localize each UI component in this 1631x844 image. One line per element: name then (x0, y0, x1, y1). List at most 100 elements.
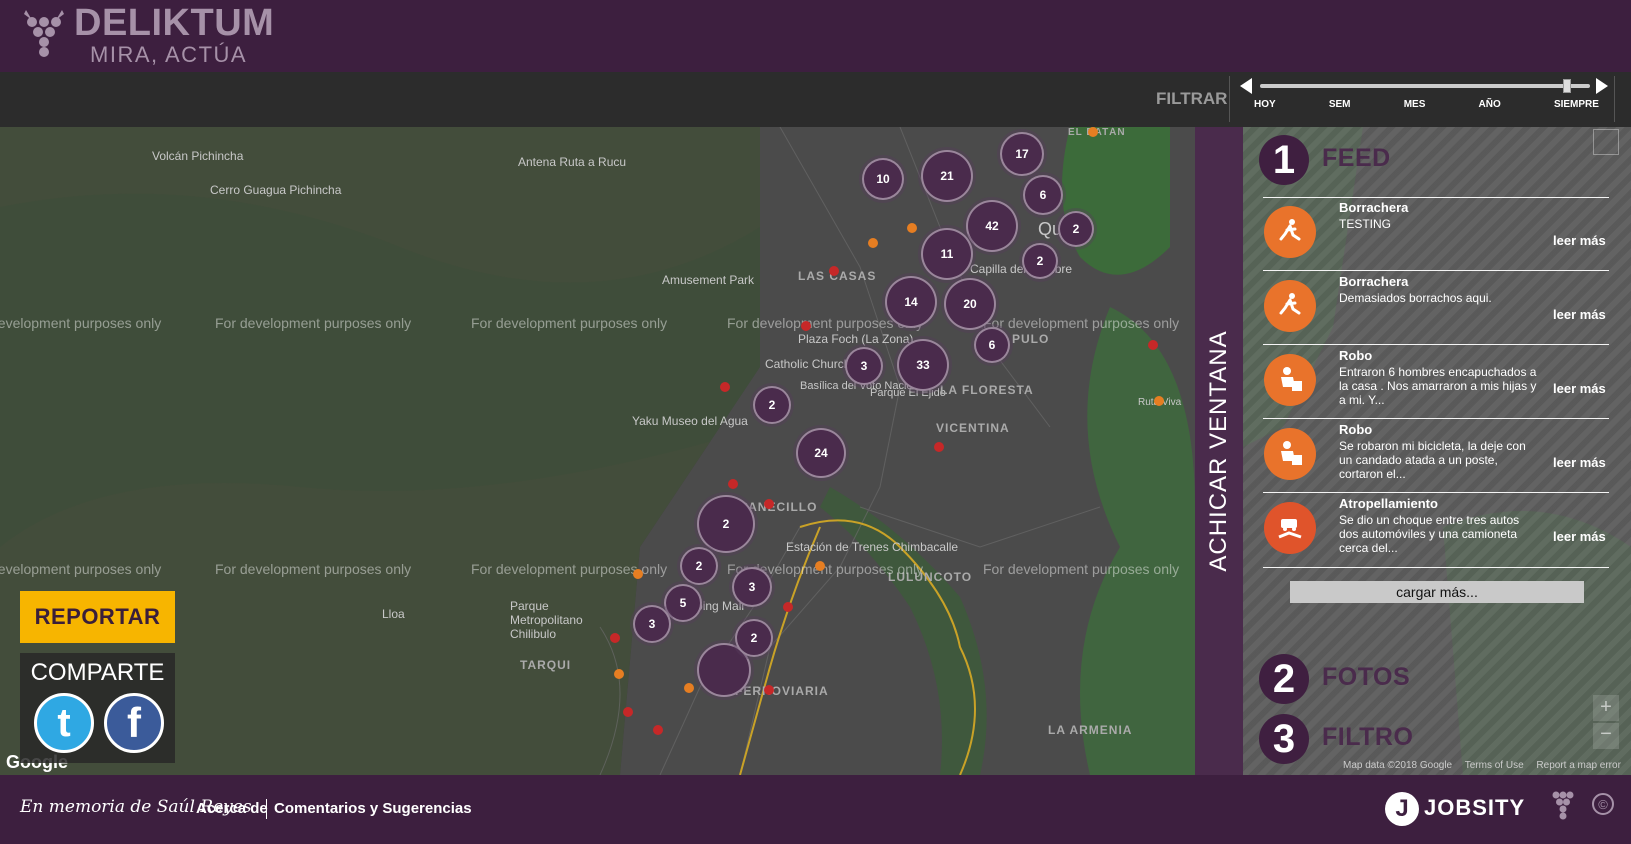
incident-cluster[interactable]: 33 (897, 339, 949, 391)
section-title-filtro[interactable]: FILTRO (1322, 723, 1413, 752)
map-label: TARQUI (520, 658, 572, 672)
divider (1229, 76, 1230, 122)
slider-left-arrow-icon[interactable] (1240, 78, 1252, 94)
app-footer: En memoria de Saúl Reyes Acerca de Comen… (0, 775, 1631, 844)
incident-marker[interactable] (1154, 396, 1164, 406)
comments-link[interactable]: Comentarios y Sugerencias (274, 800, 472, 817)
incident-marker[interactable] (1148, 340, 1158, 350)
read-more-link[interactable]: leer más (1553, 455, 1606, 470)
map-label: Volcán Pichincha (152, 149, 244, 163)
toggle-panel-button[interactable]: ACHICAR VENTANA (1195, 127, 1243, 775)
dev-watermark: development purposes only (0, 315, 162, 331)
time-range-slider[interactable] (1260, 84, 1590, 88)
incident-cluster[interactable]: 2 (753, 386, 791, 424)
incident-cluster[interactable]: 3 (845, 347, 883, 385)
incident-cluster[interactable]: 17 (1000, 132, 1044, 176)
feed-item-desc: Entraron 6 hombres encapuchados a la cas… (1339, 365, 1537, 407)
incident-cluster[interactable]: 20 (944, 278, 996, 330)
read-more-link[interactable]: leer más (1553, 381, 1606, 396)
jobsity-brand[interactable]: JOBSITY (1424, 795, 1525, 821)
feed-item-desc: Se dio un choque entre tres autos dos au… (1339, 513, 1520, 555)
range-label-hoy[interactable]: HOY (1254, 99, 1276, 110)
feed-item[interactable]: Borrachera Demasiados borrachos aqui. le… (1263, 272, 1609, 342)
share-panel: COMPARTE t f (20, 653, 175, 763)
incident-cluster[interactable]: 2 (697, 495, 755, 553)
dev-watermark: For development purposes only (471, 315, 668, 331)
incident-marker[interactable] (1088, 127, 1098, 137)
slider-thumb[interactable] (1563, 79, 1571, 93)
incident-cluster[interactable]: 2 (1022, 243, 1058, 279)
feed-item-desc: Demasiados borrachos aqui. (1339, 291, 1492, 305)
incident-cluster[interactable]: 10 (862, 158, 904, 200)
incident-marker[interactable] (633, 569, 643, 579)
slider-right-arrow-icon[interactable] (1596, 78, 1608, 94)
section-title-fotos[interactable]: FOTOS (1322, 663, 1410, 692)
section-number: 3 (1259, 714, 1309, 764)
incident-marker[interactable] (907, 223, 917, 233)
map-label: VICENTINA (936, 421, 1010, 435)
incident-cluster[interactable]: 6 (1023, 175, 1063, 215)
twitter-icon[interactable]: t (34, 693, 94, 753)
feed-item[interactable]: Robo Entraron 6 hombres encapuchados a l… (1263, 346, 1609, 416)
read-more-link[interactable]: leer más (1553, 529, 1606, 544)
section-title-feed[interactable]: FEED (1322, 144, 1391, 173)
incident-cluster[interactable]: 14 (885, 276, 937, 328)
incident-cluster[interactable]: 2 (735, 619, 773, 657)
incident-marker[interactable] (614, 669, 624, 679)
range-label-mes[interactable]: MES (1404, 99, 1426, 110)
grape-logo-icon[interactable] (20, 8, 68, 60)
incident-marker[interactable] (801, 321, 811, 331)
zoom-in-button[interactable]: + (1593, 695, 1619, 721)
map-label: Lloa (382, 607, 405, 621)
incident-cluster[interactable]: 6 (974, 327, 1010, 363)
divider (1263, 418, 1609, 419)
zoom-out-button[interactable]: − (1593, 723, 1619, 749)
incident-marker[interactable] (653, 725, 663, 735)
incident-cluster[interactable]: 3 (633, 605, 671, 643)
incident-marker[interactable] (868, 238, 878, 248)
terms-link[interactable]: Terms of Use (1465, 760, 1524, 771)
incident-marker[interactable] (623, 707, 633, 717)
map-label: Catholic Church (765, 357, 851, 371)
incident-marker[interactable] (720, 382, 730, 392)
report-button[interactable]: REPORTAR (20, 591, 175, 643)
incident-marker[interactable] (829, 266, 839, 276)
report-error-link[interactable]: Report a map error (1536, 760, 1620, 771)
crime-map[interactable]: Volcán Pichincha Antena Ruta a Rucu Cerr… (0, 127, 1195, 775)
incident-marker[interactable] (728, 479, 738, 489)
incident-marker[interactable] (815, 561, 825, 571)
fullscreen-icon[interactable] (1593, 129, 1619, 155)
read-more-link[interactable]: leer más (1553, 307, 1606, 322)
about-link[interactable]: Acerca de (196, 800, 268, 817)
incident-cluster[interactable]: 21 (921, 150, 973, 202)
feed-item[interactable]: Atropellamiento Se dio un choque entre t… (1263, 494, 1609, 564)
range-label-sem[interactable]: SEM (1329, 99, 1351, 110)
robbery-icon (1264, 354, 1316, 406)
incident-cluster[interactable]: 42 (966, 200, 1018, 252)
read-more-link[interactable]: leer más (1553, 233, 1606, 248)
incident-marker[interactable] (610, 633, 620, 643)
range-label-siempre[interactable]: SIEMPRE (1554, 99, 1599, 110)
feed-item-title: Borrachera (1339, 274, 1409, 289)
feed-item-desc: TESTING (1339, 217, 1392, 231)
incident-cluster[interactable]: 24 (796, 428, 846, 478)
incident-cluster[interactable]: 2 (680, 547, 718, 585)
jobsity-logo-icon[interactable]: J (1385, 792, 1419, 826)
load-more-button[interactable]: cargar más... (1290, 581, 1584, 603)
robbery-icon (1264, 428, 1316, 480)
incident-marker[interactable] (684, 683, 694, 693)
incident-marker[interactable] (783, 602, 793, 612)
incident-cluster[interactable]: 3 (732, 567, 772, 607)
incident-marker[interactable] (764, 685, 774, 695)
range-label-ano[interactable]: AÑO (1479, 99, 1501, 110)
incident-cluster[interactable]: 2 (1058, 211, 1094, 247)
feed-item[interactable]: Robo Se robaron mi bicicleta, la deje co… (1263, 420, 1609, 490)
incident-cluster[interactable]: 11 (921, 228, 973, 280)
incident-marker[interactable] (934, 442, 944, 452)
map-label: LA ARMENIA (1048, 723, 1133, 737)
incident-marker[interactable] (764, 499, 774, 509)
map-attribution: Map data ©2018 Google Terms of Use Repor… (1343, 760, 1631, 771)
feed-item[interactable]: Borrachera TESTING leer más (1263, 198, 1609, 268)
facebook-icon[interactable]: f (104, 693, 164, 753)
divider (1263, 344, 1609, 345)
